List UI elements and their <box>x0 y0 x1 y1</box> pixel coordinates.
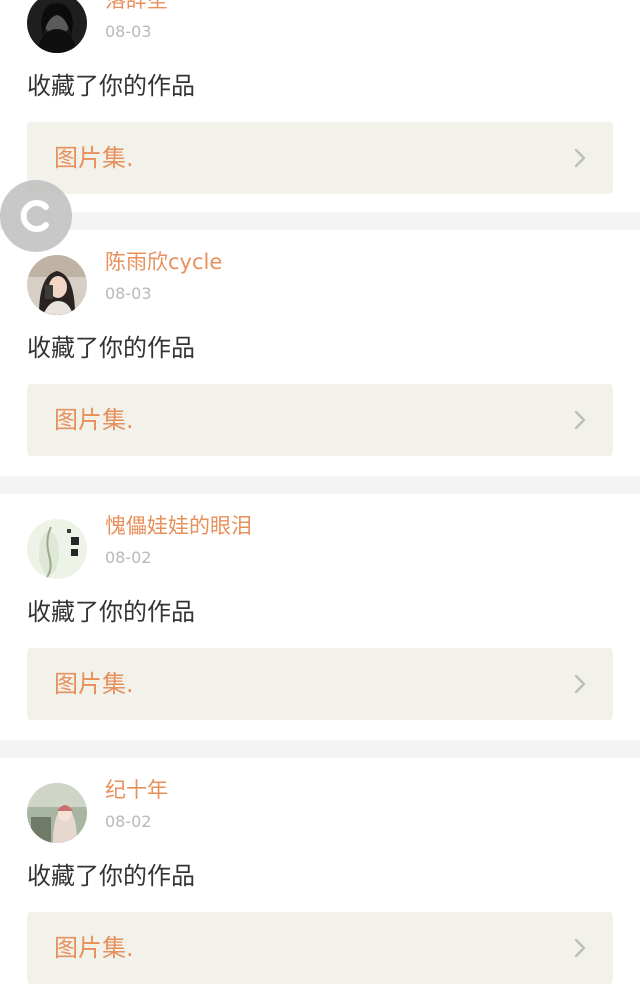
timestamp: 08-03 <box>105 22 152 41</box>
timestamp: 08-02 <box>105 548 152 567</box>
notification-card: 愧儡娃娃的眼泪 08-02 收藏了你的作品 图片集. <box>0 494 640 740</box>
activity-text: 收藏了你的作品 <box>27 862 195 890</box>
avatar[interactable] <box>27 0 87 53</box>
c-logo-icon <box>20 200 49 232</box>
work-link-card[interactable]: 图片集. <box>27 122 613 194</box>
activity-text: 收藏了你的作品 <box>27 72 195 100</box>
chevron-right-icon <box>574 674 586 694</box>
notification-card: 纪十年 08-02 收藏了你的作品 图片集. <box>0 758 640 1004</box>
notification-card: 陈雨欣cycle 08-03 收藏了你的作品 图片集. <box>0 230 640 476</box>
work-title: 图片集. <box>54 406 134 434</box>
work-title: 图片集. <box>54 934 134 962</box>
username[interactable]: 落辞笙 <box>105 0 168 15</box>
work-title: 图片集. <box>54 670 134 698</box>
section-divider <box>0 476 640 494</box>
chevron-right-icon <box>574 938 586 958</box>
avatar-girl-photo-icon <box>27 255 87 315</box>
work-link-card[interactable]: 图片集. <box>27 384 613 456</box>
chevron-right-icon <box>574 148 586 168</box>
work-link-card[interactable]: 图片集. <box>27 648 613 720</box>
activity-text: 收藏了你的作品 <box>27 334 195 362</box>
timestamp: 08-03 <box>105 284 152 303</box>
username[interactable]: 愧儡娃娃的眼泪 <box>105 511 252 541</box>
avatar-anime-photo-icon <box>27 783 87 843</box>
username[interactable]: 陈雨欣cycle <box>105 247 222 277</box>
work-link-card[interactable]: 图片集. <box>27 912 613 984</box>
work-title: 图片集. <box>54 144 134 172</box>
username[interactable]: 纪十年 <box>105 775 168 805</box>
timestamp: 08-02 <box>105 812 152 831</box>
floating-c-badge[interactable] <box>0 180 72 252</box>
section-divider <box>0 740 640 758</box>
chevron-right-icon <box>574 410 586 430</box>
section-divider <box>0 212 640 230</box>
avatar[interactable] <box>27 255 87 315</box>
avatar-dark-photo-icon <box>27 0 87 53</box>
avatar-calligraphy-photo-icon <box>27 519 87 579</box>
notification-card: 落辞笙 08-03 收藏了你的作品 图片集. <box>0 0 640 214</box>
avatar[interactable] <box>27 783 87 843</box>
activity-text: 收藏了你的作品 <box>27 598 195 626</box>
avatar[interactable] <box>27 519 87 579</box>
